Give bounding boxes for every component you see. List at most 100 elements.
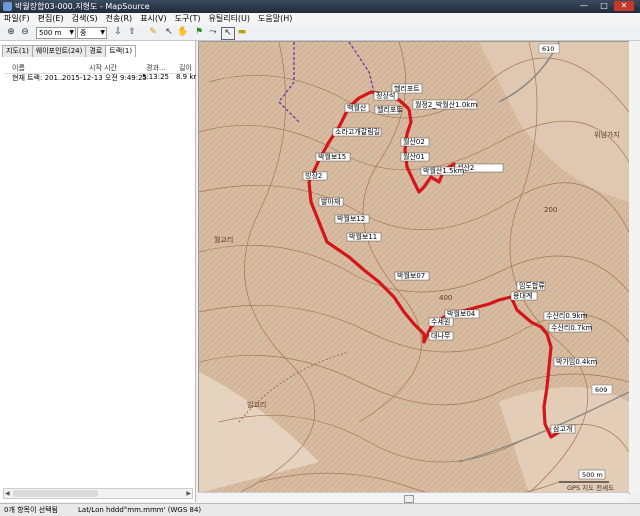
waypoint[interactable]: 월정2_박월산1.0km [412,99,477,110]
menu-file[interactable]: 파일(F) [0,13,34,25]
toolbar: ⊕ ⊖ 500 m ▼ 중 ▼ ⇩ ⇧ ✎ ↖ ✋ ⚑ ⤳ ↖ ▬ [0,25,640,41]
waypoint[interactable]: 임도합류 [516,281,545,291]
waypoint[interactable]: 빙장2 [302,171,328,181]
waypoint[interactable]: 박월산1.5km [420,166,465,176]
svg-text:월정2_박월산1.0km: 월정2_박월산1.0km [415,100,477,109]
waypoint[interactable]: 박가임0.4km [553,357,598,367]
panel-tabs: 지도(1) 웨이포인트(24) 경로 트랙(1) [2,45,137,57]
map-hscroll-thumb[interactable] [404,495,414,503]
svg-text:용대계: 용대계 [513,291,532,300]
maximize-button[interactable]: □ [594,1,614,11]
track-elapsed: 5:13:25 [142,73,169,81]
menu-view[interactable]: 표시(V) [136,13,170,25]
waypoint[interactable]: 박월보04 [444,309,480,319]
zoom-in-icon[interactable]: ⊕ [5,27,17,38]
status-bar: 0개 항목이 선택됨 Lat/Lon hddd°mm.mmm' (WGS 84) [0,503,640,516]
track-start: 2015-12-13 오전 9:49:25 [62,74,147,82]
waypoint[interactable]: 박월보07 [394,271,430,281]
waypoint[interactable]: 수세원 [428,317,454,327]
measure-tool-icon[interactable]: ▬ [236,27,248,38]
label-place2: 빌교리 [247,400,266,409]
tab-tracks[interactable]: 트랙(1) [105,45,137,57]
map-view[interactable]: 400 200 월교리 빌교리 위남가지 610 609 헬리포트 정상석 백월… [198,41,630,494]
minimize-button[interactable]: — [574,1,594,11]
menu-find[interactable]: 검색(S) [68,13,102,25]
close-button[interactable]: ✕ [614,1,634,11]
flag-tool-icon[interactable]: ⚑ [193,27,205,38]
svg-text:헬리포트: 헬리포트 [394,84,420,93]
svg-text:정상석: 정상석 [376,91,395,100]
route-tool-icon[interactable]: ⤳ [207,27,219,38]
waypoint[interactable]: 수산리0.9km [543,311,588,321]
svg-text:소라고개갈림길: 소라고개갈림길 [335,127,380,136]
map-hscrollbar[interactable] [198,492,629,503]
label-place: 월교리 [214,235,233,244]
waypoint[interactable]: 박월보15 [315,152,351,162]
menu-tools[interactable]: 도구(T) [171,13,205,25]
waypoint[interactable]: 수산리0.7km [548,323,593,333]
window-title: 박월장합03-000.지형도 - MapSource [15,2,150,11]
waypoint[interactable]: 박월보12 [334,214,370,224]
svg-text:빙장2: 빙장2 [305,171,322,180]
svg-text:박월보12: 박월보12 [337,214,365,223]
map-vscrollbar[interactable] [629,41,640,493]
panel-hscrollbar[interactable]: ◀ ▶ [3,488,193,499]
waypoint[interactable]: 대나무 [428,331,454,341]
receive-icon[interactable]: ⇩ [112,27,124,38]
svg-text:월산01: 월산01 [403,152,425,161]
waypoint[interactable]: 백월산 [344,103,370,113]
svg-text:수산리0.9km: 수산리0.9km [546,311,588,320]
waypoint[interactable]: 박월보11 [346,232,382,242]
svg-text:삼고개: 삼고개 [553,424,572,433]
track-name: 현재 트랙: 201... [12,74,65,82]
svg-text:박월보07: 박월보07 [397,271,425,280]
tab-routes[interactable]: 경로 [85,45,107,57]
waypoint[interactable]: 발아재 [318,197,344,207]
col-name[interactable]: 이름 [12,63,25,73]
send-icon[interactable]: ⇧ [126,27,138,38]
scale-select[interactable]: 500 m ▼ [36,27,76,39]
label-elevation-400: 400 [439,294,452,302]
tab-maps[interactable]: 지도(1) [2,45,33,57]
scale-label: 500 m [582,471,603,479]
menu-edit[interactable]: 편집(E) [34,13,68,25]
menu-bar: 파일(F) 편집(E) 검색(S) 전송(R) 표시(V) 도구(T) 유틸리티(U) 도움말… [0,13,640,25]
pointer-tool-icon[interactable]: ↖ [221,27,235,40]
detail-select[interactable]: 중 ▼ [77,27,107,39]
road-number-609: 609 [595,386,607,394]
zoom-out-icon[interactable]: ⊖ [19,27,31,38]
waypoint[interactable]: 월산02 [400,137,430,147]
svg-text:박월산1.5km: 박월산1.5km [423,166,465,175]
svg-text:수세원: 수세원 [431,317,450,326]
waypoint[interactable]: 헬리포트 [391,83,423,94]
select-tool-icon[interactable]: ↖ [163,27,175,38]
col-elapsed[interactable]: 경과... [146,63,166,73]
svg-text:발아재: 발아재 [321,197,340,206]
waypoint[interactable]: 삼고개 [550,424,576,434]
menu-utility[interactable]: 유틸리티(U) [204,13,254,25]
title-bar: 박월장합03-000.지형도 - MapSource — □ ✕ [0,0,640,13]
waypoint[interactable]: 용대계 [510,291,538,301]
waypoint[interactable]: 헬리포트 [374,105,403,115]
waypoint[interactable]: 소라고개갈림길 [332,127,382,137]
svg-text:박월보15: 박월보15 [318,152,346,161]
waypoint-tool-icon[interactable]: ✎ [147,27,159,38]
topo-map[interactable]: 400 200 월교리 빌교리 위남가지 610 609 헬리포트 정상석 백월… [199,42,629,493]
hand-tool-icon[interactable]: ✋ [177,27,189,38]
svg-text:백월산: 백월산 [347,103,367,112]
svg-text:대나무: 대나무 [431,331,451,340]
col-length[interactable]: 길이 [179,63,192,73]
left-panel: 지도(1) 웨이포인트(24) 경로 트랙(1) 이름 시작 시간 경과... 길이 … [0,41,196,502]
tab-waypoints[interactable]: 웨이포인트(24) [31,45,87,57]
svg-text:박월보11: 박월보11 [349,232,377,241]
col-start-time[interactable]: 시작 시간 [89,63,117,73]
label-place3: 위남가지 [594,130,620,139]
svg-text:박가임0.4km: 박가임0.4km [556,357,598,366]
table-row[interactable]: 현재 트랙: 201... 2015-12-13 오전 9:49:25 5:13… [4,73,196,83]
waypoint[interactable]: 정상석 [373,91,399,101]
waypoint[interactable]: 월산01 [400,152,430,162]
menu-transfer[interactable]: 전송(R) [102,13,137,25]
menu-help[interactable]: 도움말(H) [254,13,296,25]
app-icon [3,2,12,11]
svg-text:월산02: 월산02 [403,137,425,146]
